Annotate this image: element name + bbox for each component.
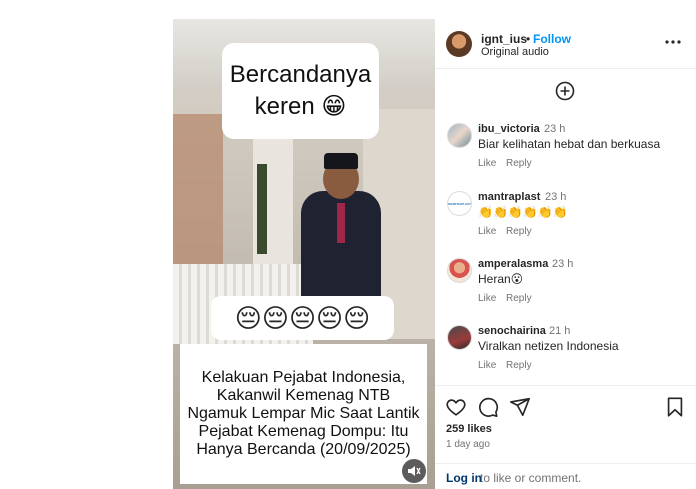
- speaker-icon: [408, 466, 421, 476]
- overlay-title-line: Bercandanya: [229, 61, 372, 88]
- comment-like-button[interactable]: Like: [478, 158, 496, 169]
- login-prompt: Log in to like or comment.: [435, 463, 696, 489]
- overlay-title-line: keren 😁: [254, 93, 347, 120]
- comment-like-button[interactable]: Like: [478, 293, 496, 304]
- comment-reply-button[interactable]: Reply: [506, 158, 532, 169]
- comment-like-button[interactable]: Like: [478, 226, 496, 237]
- heart-icon[interactable]: [445, 396, 467, 418]
- comment-username[interactable]: mantraplast: [478, 191, 540, 203]
- video-speaker-cap: [324, 153, 358, 169]
- commenter-avatar-logo: MANTRAPLAST: [448, 201, 471, 206]
- comment-item: senochairina 21 h Viralkan netizen Indon…: [435, 325, 696, 385]
- header-separator: •: [526, 32, 531, 46]
- comment-username[interactable]: senochairina: [478, 325, 546, 337]
- comment-reply-button[interactable]: Reply: [506, 226, 532, 237]
- comment-text: Biar kelihatan hebat dan berkuasa: [478, 137, 661, 151]
- post-timestamp[interactable]: 1 day ago: [446, 439, 490, 450]
- add-comment-icon[interactable]: [555, 81, 575, 101]
- author-avatar[interactable]: [446, 31, 472, 57]
- video-flag: [257, 164, 267, 254]
- commenter-avatar[interactable]: [447, 258, 472, 283]
- post-header: ignt_ius • Follow Original audio: [435, 19, 696, 69]
- post-video[interactable]: Bercandanya keren 😁 😔😔😔😔😔 Kelakuan Pejab…: [173, 19, 435, 489]
- share-icon[interactable]: [509, 396, 531, 418]
- video-caption: Kelakuan Pejabat Indonesia, Kakanwil Kem…: [180, 344, 427, 484]
- login-prompt-text: to like or comment.: [480, 471, 582, 485]
- mute-button[interactable]: [402, 459, 426, 483]
- audio-link[interactable]: Original audio: [481, 46, 549, 58]
- likes-count[interactable]: 259 likes: [446, 423, 492, 435]
- follow-button[interactable]: Follow: [533, 32, 571, 46]
- comment-icon[interactable]: [477, 396, 499, 418]
- comment-time: 21 h: [549, 325, 571, 337]
- comment-like-button[interactable]: Like: [478, 360, 496, 371]
- video-speaker-tie: [337, 203, 345, 243]
- commenter-avatar[interactable]: MANTRAPLAST: [447, 191, 472, 216]
- comment-reply-button[interactable]: Reply: [506, 293, 532, 304]
- comment-text: 👏👏👏👏👏👏: [478, 205, 568, 219]
- video-overlay-title: Bercandanya keren 😁: [222, 43, 379, 139]
- post-sidebar: ignt_ius • Follow Original audio ibu_vic…: [435, 19, 696, 489]
- comment-time: 23 h: [544, 123, 566, 135]
- comment-time: 23 h: [552, 258, 574, 270]
- comment-username[interactable]: amperalasma: [478, 258, 548, 270]
- comment-reply-button[interactable]: Reply: [506, 360, 532, 371]
- video-overlay-emojis: 😔😔😔😔😔: [211, 296, 394, 340]
- commenter-avatar[interactable]: [447, 123, 472, 148]
- post-actions: 259 likes 1 day ago Log in to like or co…: [435, 385, 696, 489]
- login-link[interactable]: Log in: [446, 471, 482, 485]
- comment-text: Viralkan netizen Indonesia: [478, 339, 619, 353]
- comment-item: amperalasma 23 h Heran😮 Like Reply: [435, 258, 696, 318]
- bookmark-icon[interactable]: [664, 396, 686, 418]
- comment-username[interactable]: ibu_victoria: [478, 123, 540, 135]
- comment-text: Heran😮: [478, 272, 524, 286]
- comment-item: ibu_victoria 23 h Biar kelihatan hebat d…: [435, 123, 696, 183]
- author-username[interactable]: ignt_ius: [481, 32, 527, 46]
- commenter-avatar[interactable]: [447, 325, 472, 350]
- comment-item: MANTRAPLAST mantraplast 23 h 👏👏👏👏👏👏 Like…: [435, 191, 696, 251]
- comment-time: 23 h: [545, 191, 567, 203]
- more-options-icon[interactable]: [663, 34, 683, 50]
